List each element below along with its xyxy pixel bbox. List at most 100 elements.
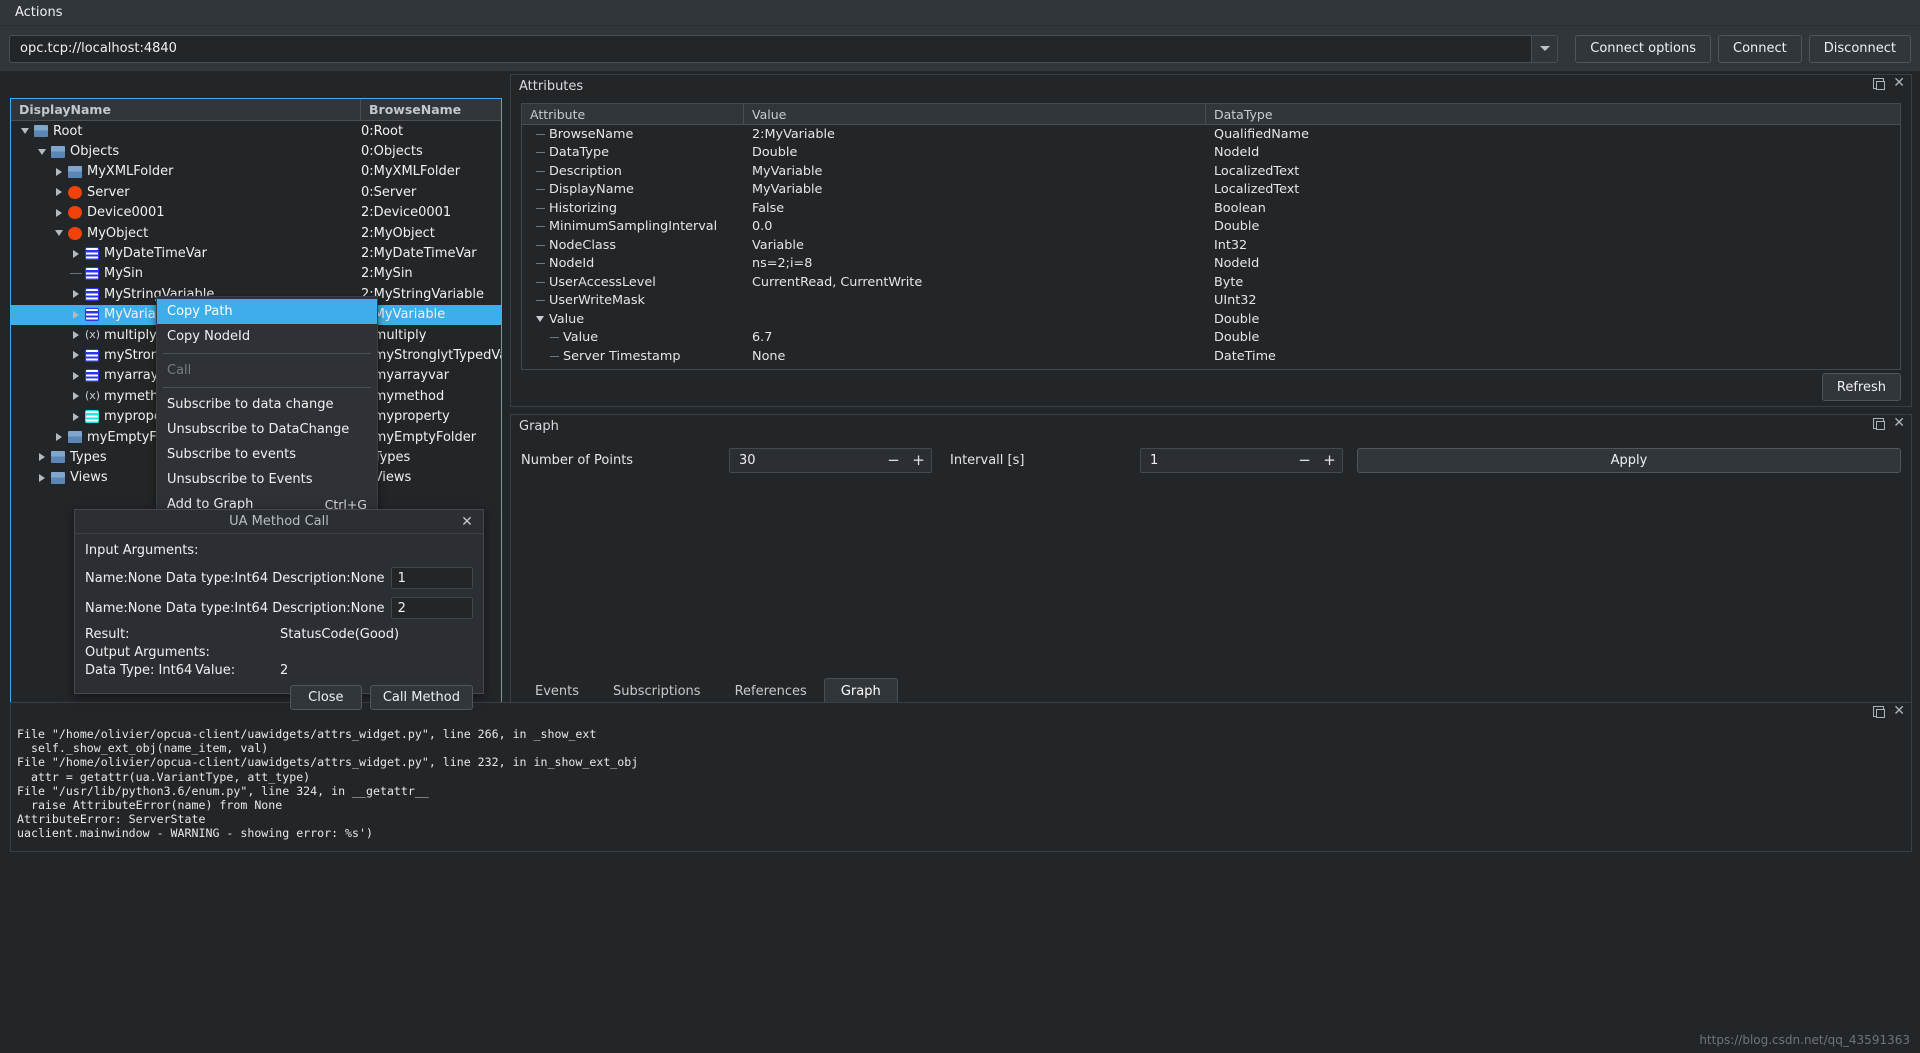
chevron-right-icon[interactable] — [53, 431, 65, 443]
tree-row-browsename: 2:myproperty — [361, 409, 450, 425]
attribute-row[interactable]: DataType Double NodeId — [522, 144, 1900, 163]
connect-options-button[interactable]: Connect options — [1575, 34, 1712, 63]
tree-branch-line — [536, 281, 545, 283]
attribute-value[interactable]: False — [744, 201, 1206, 216]
context-menu-item[interactable]: Unsubscribe to Events — [157, 467, 377, 492]
chevron-right-icon[interactable] — [70, 329, 82, 341]
attribute-value[interactable]: MyVariable — [744, 164, 1206, 179]
attribute-value[interactable]: None — [744, 349, 1206, 364]
chevron-right-icon[interactable] — [53, 186, 65, 198]
interval-decrement-button[interactable]: − — [1292, 448, 1317, 472]
tree-row[interactable]: MyObject 2:MyObject — [11, 223, 501, 243]
attribute-row[interactable]: UserWriteMask UInt32 — [522, 292, 1900, 311]
chevron-right-icon[interactable] — [70, 349, 82, 361]
chevron-right-icon[interactable] — [36, 451, 48, 463]
attribute-value[interactable]: Variable — [744, 238, 1206, 253]
call-method-button[interactable]: Call Method — [369, 685, 473, 710]
endpoint-dropdown-arrow[interactable] — [1531, 35, 1558, 62]
close-icon[interactable]: ✕ — [1893, 416, 1905, 430]
context-menu-item[interactable]: Subscribe to events — [157, 442, 377, 467]
attributes-column-value[interactable]: Value — [744, 104, 1206, 124]
chevron-right-icon[interactable] — [36, 472, 48, 484]
attribute-row[interactable]: NodeId ns=2;i=8 NodeId — [522, 255, 1900, 274]
attribute-row[interactable]: MinimumSamplingInterval 0.0 Double — [522, 218, 1900, 237]
attribute-value[interactable]: MyVariable — [744, 182, 1206, 197]
tree-row[interactable]: Objects 0:Objects — [11, 141, 501, 161]
folder-icon — [51, 471, 65, 484]
attributes-column-attribute[interactable]: Attribute — [522, 104, 744, 124]
attribute-value[interactable]: 2:MyVariable — [744, 127, 1206, 142]
close-icon[interactable]: ✕ — [1893, 704, 1905, 718]
apply-button[interactable]: Apply — [1357, 447, 1901, 473]
attribute-value[interactable]: 6.7 — [744, 330, 1206, 345]
disconnect-button[interactable]: Disconnect — [1808, 34, 1911, 63]
chevron-down-icon[interactable] — [36, 146, 48, 158]
chevron-right-icon[interactable] — [70, 248, 82, 260]
chevron-right-icon[interactable] — [70, 288, 82, 300]
close-icon[interactable]: ✕ — [1893, 76, 1905, 90]
chevron-right-icon[interactable] — [70, 309, 82, 321]
tree-row-browsename: 0:Objects — [361, 144, 423, 160]
attribute-value[interactable]: ns=2;i=8 — [744, 256, 1206, 271]
context-menu-item[interactable]: Subscribe to data change — [157, 392, 377, 417]
connect-button[interactable]: Connect — [1718, 34, 1802, 63]
tree-row[interactable]: MyDateTimeVar 2:MyDateTimeVar — [11, 243, 501, 263]
attribute-row[interactable]: Value Double — [522, 310, 1900, 329]
attribute-row[interactable]: DisplayName MyVariable LocalizedText — [522, 181, 1900, 200]
chevron-down-icon[interactable] — [536, 316, 545, 323]
chevron-right-icon[interactable] — [70, 370, 82, 382]
number-of-points-stepper[interactable]: 30 − + — [729, 447, 932, 473]
chevron-right-icon[interactable] — [53, 207, 65, 219]
interval-increment-button[interactable]: + — [1317, 448, 1342, 472]
points-increment-button[interactable]: + — [906, 448, 931, 472]
context-menu-item[interactable]: Copy Path — [157, 299, 377, 324]
endpoint-combobox[interactable]: opc.tcp://localhost:4840 — [9, 34, 1559, 63]
float-icon[interactable] — [1873, 78, 1886, 90]
tree-row[interactable]: Root 0:Root — [11, 121, 501, 141]
tree-row-browsename: 2:MySin — [361, 266, 413, 282]
attribute-value[interactable]: Double — [744, 145, 1206, 160]
attribute-row[interactable]: NodeClass Variable Int32 — [522, 236, 1900, 255]
context-menu-item[interactable]: Unsubscribe to DataChange — [157, 417, 377, 442]
chevron-right-icon[interactable] — [53, 166, 65, 178]
close-icon[interactable]: ✕ — [459, 514, 475, 530]
attribute-value[interactable]: CurrentRead, CurrentWrite — [744, 275, 1206, 290]
tree-row[interactable]: Device0001 2:Device0001 — [11, 203, 501, 223]
interval-value[interactable]: 1 — [1141, 453, 1292, 468]
menu-item-actions[interactable]: Actions — [9, 3, 69, 22]
attribute-row[interactable]: Value 6.7 Double — [522, 329, 1900, 348]
attribute-row[interactable]: UserAccessLevel CurrentRead, CurrentWrite… — [522, 273, 1900, 292]
chevron-down-icon[interactable] — [19, 125, 31, 137]
attributes-column-datatype[interactable]: DataType — [1206, 104, 1900, 124]
argument-input[interactable]: 1 — [390, 567, 473, 589]
tree-row[interactable]: MySin 2:MySin — [11, 264, 501, 284]
refresh-button[interactable]: Refresh — [1821, 373, 1901, 401]
attribute-value[interactable]: 0.0 — [744, 219, 1206, 234]
attribute-row[interactable]: Description MyVariable LocalizedText — [522, 162, 1900, 181]
tree-column-browsename[interactable]: BrowseName — [361, 102, 501, 117]
float-icon[interactable] — [1873, 418, 1886, 430]
argument-input[interactable]: 2 — [390, 597, 473, 619]
chevron-right-icon[interactable] — [70, 411, 82, 423]
tree-row[interactable]: Server 0:Server — [11, 182, 501, 202]
tab-graph[interactable]: Graph — [823, 678, 898, 703]
tab-subscriptions[interactable]: Subscriptions — [596, 678, 718, 703]
chevron-right-icon[interactable] — [70, 390, 82, 402]
number-of-points-value[interactable]: 30 — [730, 453, 881, 468]
interval-stepper[interactable]: 1 − + — [1140, 447, 1343, 473]
chevron-down-icon[interactable] — [53, 227, 65, 239]
context-menu-item[interactable]: Copy NodeId — [157, 324, 377, 349]
attribute-row[interactable]: Historizing False Boolean — [522, 199, 1900, 218]
attribute-row[interactable]: BrowseName 2:MyVariable QualifiedName — [522, 125, 1900, 144]
float-icon[interactable] — [1873, 706, 1886, 718]
tree-column-displayname[interactable]: DisplayName — [11, 99, 361, 120]
log-line: AttributeError: ServerState — [17, 812, 206, 827]
log-line: uaclient.mainwindow - WARNING - showing … — [17, 826, 373, 841]
close-button[interactable]: Close — [289, 685, 362, 710]
tab-events[interactable]: Events — [518, 678, 596, 703]
tab-references[interactable]: References — [718, 678, 824, 703]
log-panel: ✕ File "/home/olivier/opcua-client/uawid… — [10, 702, 1912, 852]
points-decrement-button[interactable]: − — [881, 448, 906, 472]
tree-row[interactable]: MyXMLFolder 0:MyXMLFolder — [11, 162, 501, 182]
attribute-row[interactable]: Server Timestamp None DateTime — [522, 347, 1900, 366]
